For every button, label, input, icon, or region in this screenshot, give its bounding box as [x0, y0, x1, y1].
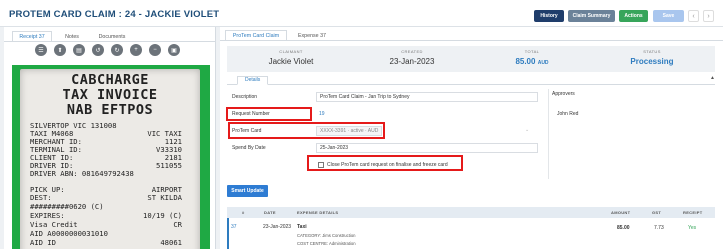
actions-button[interactable]: Actions	[619, 10, 648, 22]
receipt-paper: CABCHARGE TAX INVOICE NAB EFTPOS SILVERT…	[20, 69, 200, 249]
receipt-line: Visa Credit CR	[30, 220, 182, 229]
description-label: Description	[232, 94, 258, 100]
spend-by-date-label: Spend By Date	[232, 145, 266, 151]
total-value: 85.00 AUD	[515, 57, 549, 66]
status-label: STATUS	[643, 49, 661, 54]
viewer-toolbar: ☰ ⬆ ▤ ↺ ↻ + − ▣	[35, 44, 180, 56]
row-category: CATEGORY: Jims Construction	[297, 233, 356, 238]
total-label: TOTAL	[524, 49, 540, 54]
smart-update-button[interactable]: Smart Update	[227, 185, 268, 197]
receipt-image: CABCHARGE TAX INVOICE NAB EFTPOS SILVERT…	[12, 65, 210, 249]
row-title: Taxi	[297, 224, 307, 230]
receipt-line: AID A0000000031010	[30, 229, 108, 238]
highlight-request-number	[226, 107, 312, 121]
next-icon[interactable]: ›	[703, 10, 714, 22]
row-receipt: Yes	[688, 225, 697, 231]
row-number[interactable]: 37	[231, 224, 237, 230]
receipt-panel: Receipt 37 Notes Documents ☰ ⬆ ▤ ↺ ↻ + −…	[4, 27, 216, 249]
details-section-header: Details ▲	[227, 75, 715, 85]
created-label: CREATED	[401, 49, 423, 54]
highlight-protem-card	[228, 122, 385, 139]
claimant-block: CLAIMANT Jackie Violet	[231, 49, 351, 66]
fit-icon[interactable]: ▣	[168, 44, 180, 56]
row-cost-centre: COST CENTRE: Administration	[297, 241, 356, 246]
table-row[interactable]: 37 23-Jan-2023 Taxi CATEGORY: Jims Const…	[227, 218, 715, 249]
total-block: TOTAL 85.00 AUD	[472, 49, 592, 66]
top-bar: PROTEM CARD CLAIM : 24 - JACKIE VIOLET H…	[0, 0, 723, 27]
page-title: PROTEM CARD CLAIM : 24 - JACKIE VIOLET	[9, 9, 220, 20]
previous-icon[interactable]: ‹	[688, 10, 699, 22]
highlight-close-card-option	[307, 155, 463, 171]
menu-icon[interactable]: ☰	[35, 44, 47, 56]
tab-divider	[4, 41, 216, 42]
receipt-line: EXPIRES: 10/19 (C)	[30, 211, 182, 220]
col-gst: GST	[652, 210, 662, 215]
created-value: 23-Jan-2023	[389, 57, 435, 66]
approvers-title: Approvers	[552, 91, 575, 97]
status-value: Processing	[630, 57, 674, 66]
history-button[interactable]: History	[534, 10, 564, 22]
receipt-heading: TAX INVOICE	[62, 87, 158, 103]
request-number-link[interactable]: 19	[319, 111, 325, 117]
claim-summary-bar: CLAIMANT Jackie Violet CREATED 23-Jan-20…	[227, 46, 715, 72]
receipt-heading: CABCHARGE	[71, 72, 149, 88]
rotate-left-icon[interactable]: ↺	[92, 44, 104, 56]
expense-table-header: # DATE EXPENSE DETAILS AMOUNT GST RECEIP…	[227, 207, 715, 218]
receipt-line: DRIVER ABN: 081649792438	[30, 169, 134, 178]
row-amount: 85.00	[617, 225, 630, 231]
upload-icon[interactable]: ⬆	[54, 44, 66, 56]
receipt-heading: NAB EFTPOS	[66, 102, 154, 118]
tab-details[interactable]: Details	[237, 76, 269, 85]
claimant-value: Jackie Violet	[268, 57, 314, 66]
col-date: DATE	[264, 210, 276, 215]
approvers-panel: Approvers John Red	[548, 89, 708, 179]
col-amount: AMOUNT	[611, 210, 631, 215]
receipt-line: #########0620 (C)	[30, 202, 104, 211]
created-block: CREATED 23-Jan-2023	[352, 49, 472, 66]
save-button[interactable]: Save	[653, 10, 684, 22]
zoom-in-icon[interactable]: +	[130, 44, 142, 56]
col-receipt: RECEIPT	[683, 210, 703, 215]
tab-divider	[220, 40, 723, 41]
claim-panel: ProTem Card Claim Expense 37 CLAIMANT Ja…	[220, 27, 723, 249]
col-number: #	[242, 210, 245, 215]
col-expense-details: EXPENSE DETAILS	[297, 210, 339, 215]
row-date: 23-Jan-2023	[263, 224, 292, 230]
claimant-label: CLAIMANT	[279, 49, 303, 54]
chevron-down-icon: ⌄	[525, 127, 530, 133]
document-icon[interactable]: ▤	[73, 44, 85, 56]
spend-by-date-field[interactable]: 25-Jan-2023	[316, 143, 538, 153]
description-field[interactable]: ProTem Card Claim - Jan Trip to Sydney	[316, 92, 538, 102]
receipt-line: DEST: ST KILDA	[30, 193, 182, 202]
receipt-line: AID ID 48061	[30, 238, 182, 247]
claim-summary-button[interactable]: Claim Summary	[568, 10, 615, 22]
status-block: STATUS Processing	[592, 49, 712, 66]
collapse-icon[interactable]: ▲	[710, 75, 715, 81]
zoom-out-icon[interactable]: −	[149, 44, 161, 56]
rotate-right-icon[interactable]: ↻	[111, 44, 123, 56]
approver-name: John Red	[557, 111, 579, 117]
row-gst: 7.73	[654, 225, 664, 231]
